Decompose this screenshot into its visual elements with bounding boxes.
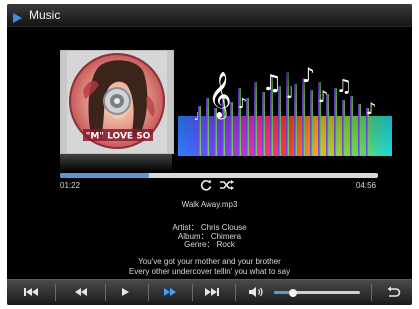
play-mode-controls [199, 178, 239, 192]
album-cover: "M" LOVE SO [60, 50, 174, 154]
back-button[interactable] [383, 286, 403, 298]
window-title: Music [29, 8, 61, 22]
lyrics-line-2: Every other undercover tellin' you what … [128, 266, 291, 276]
album-cover-text: "M" LOVE SO [86, 132, 151, 142]
svg-text:♪: ♪ [318, 87, 328, 106]
play-icon [122, 288, 129, 296]
svg-text:♩: ♩ [286, 83, 294, 102]
divider [105, 284, 106, 301]
genre-line: Genre： Rock [184, 240, 235, 250]
playback-progress-fill [60, 173, 150, 178]
total-time: 04:56 [356, 181, 377, 190]
divider [235, 284, 236, 301]
svg-text:♫: ♫ [336, 76, 352, 97]
volume-button[interactable] [247, 286, 267, 298]
spectrum-visualizer: 𝄞 ♪ ♫ ♩ ♪ ♪ ♫ ♪ ♩ [178, 42, 392, 156]
divider [371, 284, 372, 301]
title-bar: Music [7, 4, 412, 27]
play-button[interactable] [115, 286, 135, 298]
back-icon [387, 286, 401, 297]
svg-text:𝄞: 𝄞 [208, 72, 232, 120]
lyrics-line-1: You've got your mother and your brother [138, 257, 281, 266]
svg-text:♪: ♪ [302, 63, 315, 87]
lyrics: You've got your mother and your brother … [7, 257, 412, 276]
volume-slider-handle[interactable] [288, 288, 297, 297]
svg-text:♩: ♩ [194, 110, 199, 123]
skip-next-icon [205, 288, 219, 296]
music-player-window: Music "M" LOVE SO 𝄞 ♪ ♫ ♩ ♪ ♪ ♫ ♪ ♩ 01:2… [7, 4, 412, 305]
album-reflection [60, 154, 172, 172]
divider [55, 284, 56, 301]
divider [192, 284, 193, 301]
rewind-icon [75, 288, 87, 296]
track-metadata: Artist： Chris Clouse Album： Chimera Genr… [7, 223, 412, 250]
shuffle-icon[interactable] [219, 178, 235, 197]
svg-text:♪: ♪ [238, 96, 247, 112]
skip-previous-icon [24, 288, 38, 296]
rewind-button[interactable] [71, 286, 91, 298]
fast-forward-button[interactable] [160, 286, 180, 298]
repeat-icon[interactable] [199, 178, 213, 197]
current-time: 01:22 [60, 181, 81, 190]
skip-next-button[interactable] [202, 286, 222, 298]
playback-control-bar [7, 279, 412, 305]
track-filename: Walk Away.mp3 [181, 200, 238, 209]
fast-forward-icon [164, 288, 176, 296]
divider [148, 284, 149, 301]
volume-icon [249, 287, 263, 297]
svg-text:♫: ♫ [262, 71, 282, 96]
svg-text:♪: ♪ [366, 99, 376, 118]
play-triangle-icon [12, 10, 22, 23]
skip-previous-button[interactable] [21, 286, 41, 298]
volume-slider[interactable] [274, 288, 360, 297]
